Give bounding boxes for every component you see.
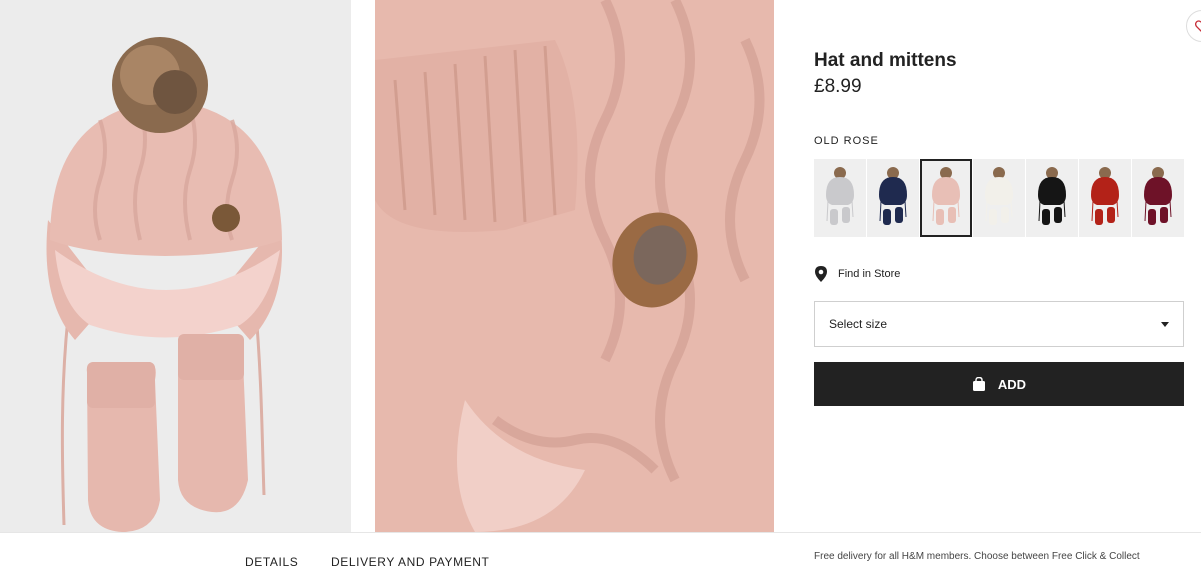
find-in-store-link[interactable]: Find in Store bbox=[814, 266, 900, 282]
product-page: Hat and mittens £8.99 OLD ROSE Find in S… bbox=[0, 0, 1201, 568]
color-swatch-burgundy[interactable] bbox=[1132, 159, 1184, 237]
color-swatch-old-rose[interactable] bbox=[920, 159, 972, 237]
heart-icon bbox=[1195, 19, 1201, 32]
tab-delivery-and-payment[interactable]: DELIVERY AND PAYMENT bbox=[331, 555, 490, 568]
product-image-main[interactable] bbox=[0, 0, 351, 532]
add-button-label: ADD bbox=[997, 376, 1027, 392]
swatch-thumbnail bbox=[814, 159, 866, 237]
color-swatch-white[interactable] bbox=[973, 159, 1025, 237]
shopping-bag-icon bbox=[972, 377, 985, 391]
map-pin-icon bbox=[815, 266, 827, 282]
tab-details[interactable]: DETAILS bbox=[245, 555, 298, 568]
selected-color-label: OLD ROSE bbox=[814, 135, 879, 147]
chevron-down-icon bbox=[1161, 321, 1169, 327]
color-swatches bbox=[814, 159, 1184, 237]
size-select[interactable]: Select size bbox=[814, 301, 1184, 347]
swatch-thumbnail bbox=[1079, 159, 1131, 237]
color-swatch-dark-blue[interactable] bbox=[867, 159, 919, 237]
swatch-thumbnail bbox=[920, 159, 972, 237]
color-swatch-black[interactable] bbox=[1026, 159, 1078, 237]
size-select-label: Select size bbox=[829, 317, 888, 331]
swatch-thumbnail bbox=[1026, 159, 1078, 237]
color-swatch-red[interactable] bbox=[1079, 159, 1131, 237]
product-image-detail[interactable] bbox=[375, 0, 774, 532]
swatch-thumbnail bbox=[867, 159, 919, 237]
swatch-thumbnail bbox=[1132, 159, 1184, 237]
delivery-info-text: Free delivery for all H&M members. Choos… bbox=[814, 551, 1140, 562]
color-swatch-light-grey[interactable] bbox=[814, 159, 866, 237]
favorite-button[interactable] bbox=[1186, 10, 1201, 42]
add-to-bag-button[interactable]: ADD bbox=[814, 362, 1184, 406]
product-price: £8.99 bbox=[814, 76, 862, 97]
divider bbox=[0, 532, 1201, 533]
swatch-thumbnail bbox=[973, 159, 1025, 237]
find-in-store-label: Find in Store bbox=[838, 268, 901, 280]
product-title: Hat and mittens bbox=[814, 50, 957, 71]
